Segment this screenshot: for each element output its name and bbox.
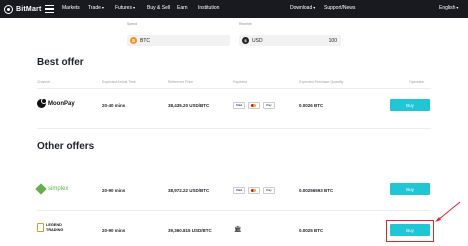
expected-quantity: 0.00256593 BTC <box>299 188 334 193</box>
divider <box>37 128 431 129</box>
legend-trading-icon <box>37 223 44 232</box>
pointer-arrow-icon <box>435 201 461 222</box>
brand-logo[interactable]: BitMart <box>4 3 42 15</box>
divider <box>37 88 431 89</box>
arrival-time: 20-40 mins <box>102 103 126 108</box>
spend-label: Spend <box>127 22 138 26</box>
column-reference-price: Reference Price <box>168 80 194 84</box>
buy-button[interactable]: Buy <box>390 183 430 195</box>
apple-pay-icon: Pay <box>263 101 275 109</box>
bank-icon: 🏛 <box>234 227 242 233</box>
nav-buy-sell[interactable]: Buy & Sell <box>147 5 170 11</box>
moonpay-icon <box>37 98 47 108</box>
column-arrival-time: Expected Arrival Time <box>102 80 136 84</box>
column-operation: Operation <box>409 80 425 84</box>
visa-icon: Visa <box>233 101 245 109</box>
nav-institution[interactable]: Institution <box>198 5 219 11</box>
arrival-time: 20-90 mins <box>102 228 126 233</box>
receive-currency: USD <box>252 37 263 44</box>
legend-trading-logo: LEGEND TRADING <box>37 223 72 232</box>
chevron-down-icon: ▾ <box>101 5 104 10</box>
nav-support-news[interactable]: Support/News <box>324 5 355 11</box>
bitmart-logo-icon <box>4 4 13 14</box>
apple-pay-icon: Pay <box>263 186 275 194</box>
receive-label: Receive <box>239 22 252 26</box>
brand-name: BitMart <box>16 5 42 13</box>
nav-earn[interactable]: Earn <box>177 5 188 11</box>
chevron-down-icon: ▾ <box>132 5 135 10</box>
divider <box>37 210 431 211</box>
buy-button[interactable]: Buy <box>390 99 430 111</box>
column-channel: Channel <box>37 80 51 84</box>
visa-icon: Visa <box>233 186 245 194</box>
nav-download[interactable]: Download▾ <box>290 5 315 11</box>
nav-futures[interactable]: Futures▾ <box>115 5 135 11</box>
language-selector[interactable]: English▾ <box>439 5 458 11</box>
best-offer-title: Best offer <box>37 57 84 68</box>
mastercard-icon <box>248 101 260 109</box>
reference-price: 38,435.20 USD/BTC <box>168 103 210 108</box>
top-navigation-bar: BitMart Markets Trade▾ Futures▾ Buy & Se… <box>0 0 468 18</box>
nav-markets[interactable]: Markets <box>62 5 80 11</box>
arrival-time: 20-90 mins <box>102 188 126 193</box>
expected-quantity: 0.0026 BTC <box>299 103 324 108</box>
reference-price: 39,360.815 USD/BTC <box>168 228 212 233</box>
moonpay-logo: MoonPay <box>37 98 75 108</box>
receive-amount: 100 <box>328 37 337 44</box>
receive-amount-field[interactable]: $ USD 100 <box>239 35 341 46</box>
highlight-box <box>386 220 434 242</box>
spend-currency-select[interactable]: ₿ BTC <box>127 35 230 46</box>
column-quantity: Expected Purchase Quantity <box>299 80 344 84</box>
hamburger-menu-icon[interactable] <box>45 5 54 13</box>
reference-price: 38,972.22 USD/BTC <box>168 188 210 193</box>
simplex-icon <box>35 183 47 195</box>
bitcoin-icon: ₿ <box>130 37 137 44</box>
chevron-down-icon: ▾ <box>456 5 459 10</box>
column-payment: Payment <box>233 80 247 84</box>
spend-currency: BTC <box>140 37 150 44</box>
dollar-icon: $ <box>242 37 249 44</box>
other-offers-title: Other offers <box>37 141 95 152</box>
nav-trade[interactable]: Trade▾ <box>88 5 104 11</box>
simplex-logo: simplex <box>35 183 68 195</box>
expected-quantity: 0.0025 BTC <box>299 228 324 233</box>
chevron-down-icon: ▾ <box>313 5 316 10</box>
mastercard-icon <box>248 186 260 194</box>
